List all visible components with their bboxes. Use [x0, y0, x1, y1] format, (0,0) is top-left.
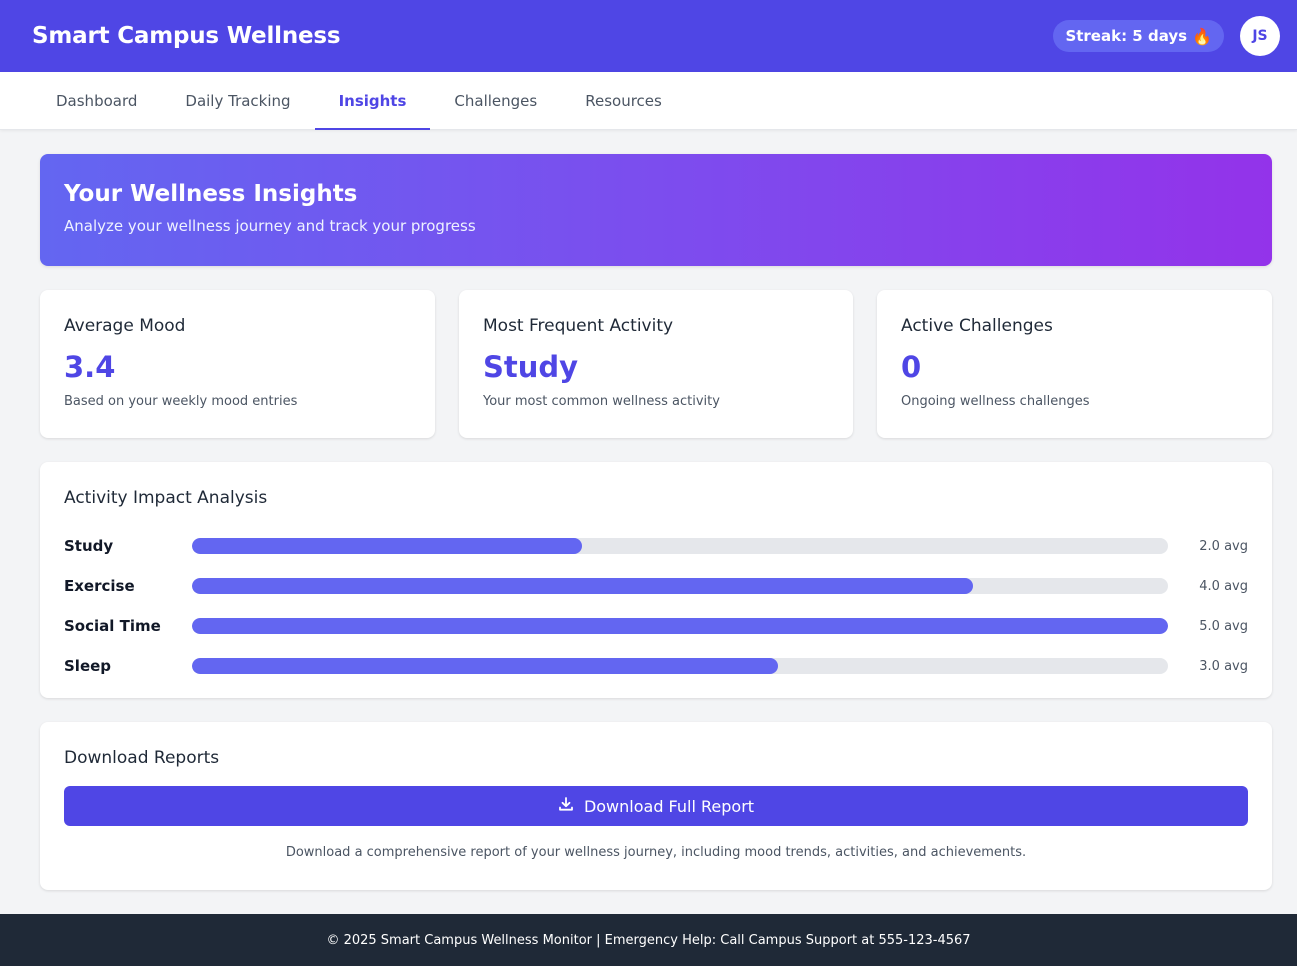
footer: © 2025 Smart Campus Wellness Monitor | E… [0, 914, 1297, 966]
progress-fill [192, 618, 1168, 634]
page-title: Your Wellness Insights [64, 181, 358, 207]
page-subtitle: Analyze your wellness journey and track … [64, 217, 476, 235]
activity-value: 4.0 avg [1199, 578, 1248, 594]
progress-track [192, 658, 1168, 674]
activity-value: 3.0 avg [1199, 658, 1248, 674]
tab-resources[interactable]: Resources [561, 72, 686, 130]
download-button-label: Download Full Report [583, 796, 755, 816]
progress-track [192, 538, 1168, 554]
stat-description: Based on your weekly mood entries [64, 394, 298, 409]
progress-fill [192, 578, 973, 594]
download-full-report-button[interactable]: Download Full Report [64, 786, 1248, 826]
activity-impact-card: Activity Impact Analysis Study 2.0 avg E… [40, 462, 1272, 698]
download-icon [558, 796, 574, 816]
progress-fill [192, 538, 583, 554]
stat-title: Most Frequent Activity [483, 316, 674, 336]
activity-value: 2.0 avg [1199, 538, 1248, 554]
avatar[interactable]: JS [1240, 16, 1280, 56]
active-challenges-card: Active Challenges 0 Ongoing wellness cha… [877, 290, 1272, 438]
section-title: Activity Impact Analysis [64, 488, 268, 508]
activity-label: Exercise [64, 577, 135, 595]
activity-row: Social Time 5.0 avg [64, 606, 1248, 646]
streak-label: Streak: 5 days [1065, 27, 1188, 45]
activity-list: Study 2.0 avg Exercise 4.0 avg Social Ti… [64, 526, 1248, 686]
activity-label: Social Time [64, 617, 161, 635]
insights-hero-banner: Your Wellness Insights Analyze your well… [40, 154, 1272, 266]
download-note: Download a comprehensive report of your … [285, 845, 1027, 860]
tab-challenges[interactable]: Challenges [430, 72, 561, 130]
footer-text: © 2025 Smart Campus Wellness Monitor | E… [326, 932, 971, 948]
section-title: Download Reports [64, 748, 220, 768]
download-reports-card: Download Reports Download Full Report Do… [40, 722, 1272, 890]
activity-label: Study [64, 537, 114, 555]
top-header: Smart Campus Wellness Streak: 5 days 🔥 J… [0, 0, 1297, 72]
activity-row: Sleep 3.0 avg [64, 646, 1248, 686]
stat-value: Study [483, 350, 579, 384]
stat-title: Active Challenges [901, 316, 1053, 336]
most-frequent-activity-card: Most Frequent Activity Study Your most c… [459, 290, 853, 438]
progress-track [192, 578, 1168, 594]
stat-description: Your most common wellness activity [483, 394, 720, 409]
fire-icon: 🔥 [1192, 26, 1212, 46]
average-mood-card: Average Mood 3.4 Based on your weekly mo… [40, 290, 435, 438]
stat-title: Average Mood [64, 316, 186, 336]
stat-description: Ongoing wellness challenges [901, 394, 1090, 409]
app-title: Smart Campus Wellness [32, 23, 341, 49]
activity-row: Study 2.0 avg [64, 526, 1248, 566]
tab-daily-tracking[interactable]: Daily Tracking [161, 72, 314, 130]
stat-value: 0 [901, 350, 922, 384]
streak-badge: Streak: 5 days 🔥 [1053, 20, 1224, 52]
tab-insights[interactable]: Insights [314, 72, 431, 130]
tab-dashboard[interactable]: Dashboard [32, 72, 161, 130]
main-tabs: Dashboard Daily Tracking Insights Challe… [0, 72, 1297, 130]
progress-fill [192, 658, 778, 674]
header-right: Streak: 5 days 🔥 JS [1053, 16, 1280, 56]
stat-value: 3.4 [64, 350, 116, 384]
activity-label: Sleep [64, 657, 112, 675]
activity-value: 5.0 avg [1199, 618, 1248, 634]
activity-row: Exercise 4.0 avg [64, 566, 1248, 606]
progress-track [192, 618, 1168, 634]
